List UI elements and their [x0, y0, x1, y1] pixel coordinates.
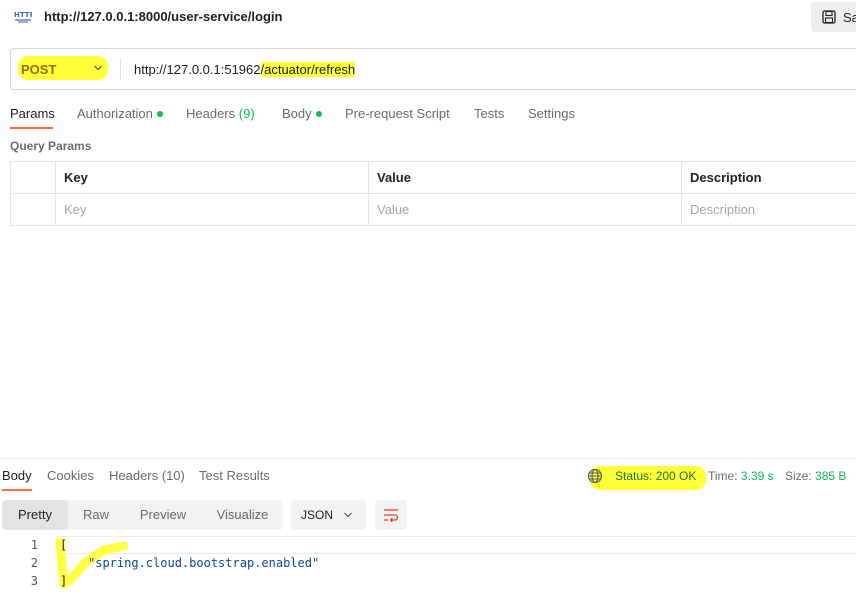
tab-params[interactable]: Params — [10, 106, 55, 121]
code-line-3[interactable]: ] — [60, 574, 67, 588]
row-checkbox-cell — [10, 193, 56, 226]
response-size[interactable]: Size: 385 B — [785, 469, 846, 483]
wrap-lines-button[interactable] — [375, 500, 407, 530]
http-icon: HTTP — [14, 11, 32, 23]
tab-pre-request-script[interactable]: Pre-request Script — [345, 106, 450, 121]
save-button[interactable]: Sa — [811, 2, 856, 32]
tab-headers-label: Headers — [186, 106, 236, 121]
current-line-highlight — [56, 536, 856, 554]
tab-settings[interactable]: Settings — [528, 106, 575, 121]
wrap-lines-icon — [384, 509, 399, 523]
column-header-description: Description — [681, 161, 856, 194]
active-tab-indicator — [10, 127, 53, 129]
description-input[interactable]: Description — [681, 193, 856, 226]
line-number: 1 — [30, 538, 38, 552]
view-raw-button[interactable]: Raw — [72, 500, 120, 530]
time-value: 3.39 s — [740, 469, 774, 483]
headers-count: (9) — [238, 106, 255, 121]
tab-body[interactable]: Body — [282, 106, 322, 121]
tab-headers[interactable]: Headers (9) — [186, 106, 255, 121]
status-badge[interactable]: Status: 200 OK — [615, 469, 696, 483]
tab-tests[interactable]: Tests — [474, 106, 504, 121]
tab-body-label: Body — [282, 106, 312, 121]
chevron-down-icon[interactable] — [93, 64, 103, 72]
response-tab-cookies[interactable]: Cookies — [47, 468, 94, 483]
status-dot-icon — [156, 110, 163, 117]
key-input[interactable]: Key — [55, 193, 369, 226]
url-input[interactable]: http://127.0.0.1:51962/actuator/refresh — [134, 62, 356, 77]
request-title[interactable]: http://127.0.0.1:8000/user-service/login — [44, 9, 282, 24]
value-input[interactable]: Value — [368, 193, 682, 226]
column-header-key: Key — [55, 161, 369, 194]
response-tab-headers[interactable]: Headers (10) — [109, 468, 185, 483]
query-params-table: Key Value Description Key Value Descript… — [10, 161, 856, 226]
view-visualize-button[interactable]: Visualize — [205, 500, 280, 530]
response-time[interactable]: Time: 3.39 s — [708, 469, 774, 483]
code-line-1[interactable]: [ — [60, 538, 67, 552]
line-number: 3 — [30, 574, 38, 588]
globe-icon[interactable] — [587, 468, 603, 484]
response-tab-body[interactable]: Body — [2, 468, 32, 483]
response-divider — [0, 458, 856, 459]
checkbox-column — [10, 161, 56, 194]
method-select[interactable]: POST — [21, 62, 56, 77]
status-dot-icon — [315, 110, 322, 117]
save-label: Sa — [843, 10, 856, 25]
active-response-tab-indicator — [2, 489, 32, 491]
url-path-highlighted: /actuator/refresh — [260, 62, 356, 77]
table-row: Key Value Description — [10, 193, 856, 226]
save-icon — [822, 10, 836, 24]
url-divider — [120, 58, 121, 80]
tab-authorization[interactable]: Authorization — [77, 106, 163, 121]
url-base: http://127.0.0.1:51962 — [134, 62, 261, 77]
line-number: 2 — [30, 556, 38, 570]
view-pretty-button[interactable]: Pretty — [2, 500, 68, 530]
json-string: "spring.cloud.bootstrap.enabled" — [88, 556, 320, 570]
svg-text:HTTP: HTTP — [14, 11, 32, 19]
column-header-value: Value — [368, 161, 682, 194]
response-tab-test-results[interactable]: Test Results — [199, 468, 270, 483]
size-label: Size: — [785, 469, 812, 483]
chevron-down-icon — [344, 512, 352, 518]
size-value: 385 B — [815, 469, 847, 483]
query-params-title: Query Params — [10, 139, 92, 153]
format-select[interactable]: JSON — [291, 500, 366, 530]
format-select-label: JSON — [301, 508, 334, 522]
table-header-row: Key Value Description — [10, 161, 856, 194]
tab-authorization-label: Authorization — [77, 106, 153, 121]
code-line-2[interactable]: "spring.cloud.bootstrap.enabled" — [88, 556, 319, 570]
time-label: Time: — [708, 469, 738, 483]
view-preview-button[interactable]: Preview — [128, 500, 198, 530]
